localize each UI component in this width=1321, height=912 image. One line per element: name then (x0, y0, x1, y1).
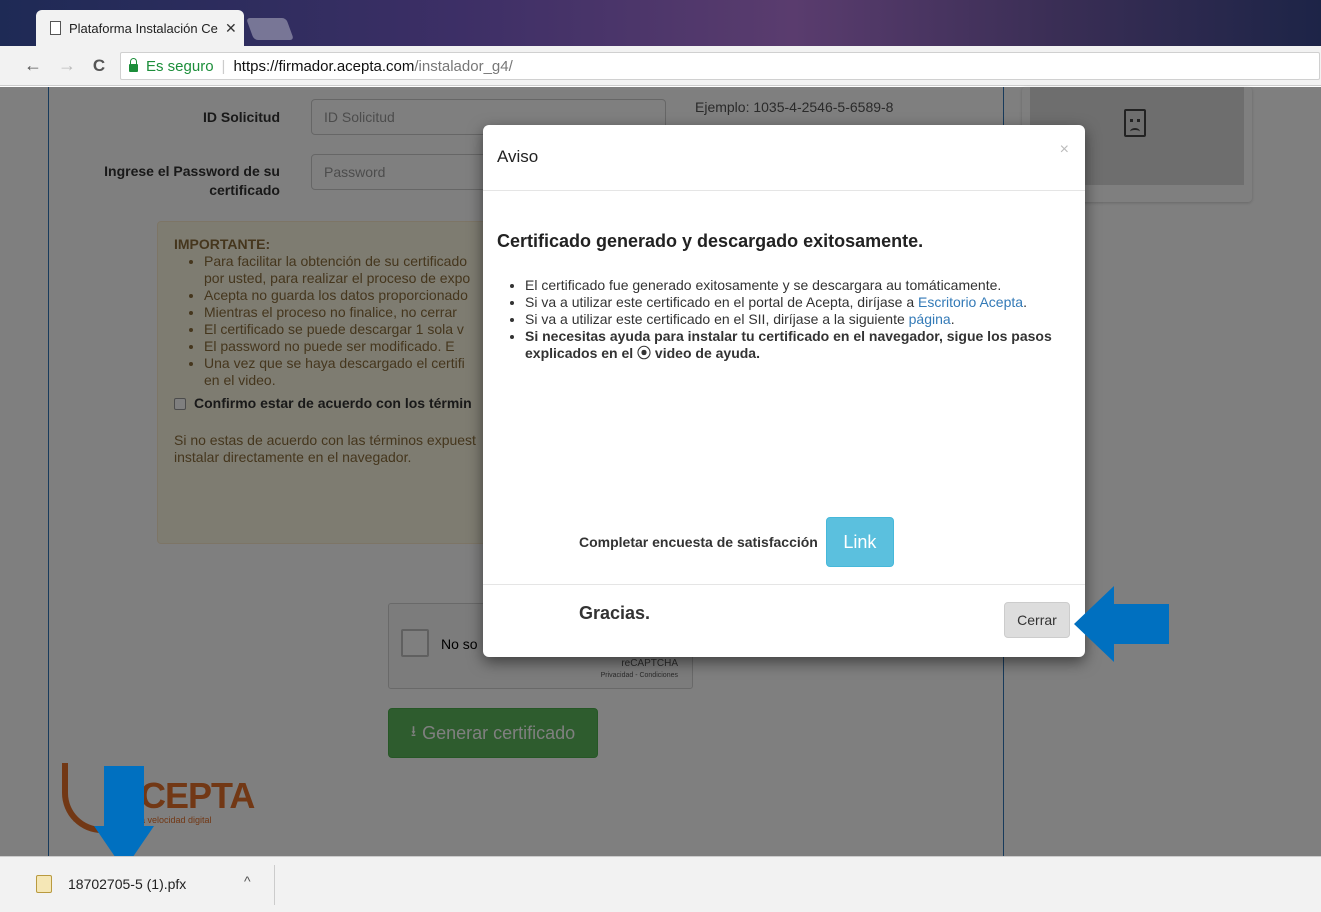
url-path: /instalador_g4/ (414, 57, 513, 75)
survey-label: Completar encuesta de satisfacción (579, 534, 818, 550)
survey-link-button[interactable]: Link (825, 517, 894, 567)
modal-header: Aviso × (483, 125, 1085, 191)
browser-titlebar: Plataforma Instalación Ce ✕ (0, 0, 1321, 46)
download-separator (274, 865, 275, 905)
chevron-up-icon[interactable]: ^ (244, 873, 251, 889)
browser-toolbar: ← → C Es seguro | https://firmador.acept… (0, 46, 1321, 86)
modal-title: Aviso (497, 147, 539, 166)
arrow-down-icon (94, 766, 154, 870)
survey-row: Completar encuesta de satisfacción Link (579, 517, 894, 567)
modal-item: Si va a utilizar este certificado en el … (525, 294, 1071, 311)
escritorio-acepta-link[interactable]: Escritorio Acepta (918, 294, 1023, 310)
address-separator: | (221, 57, 226, 75)
modal-item-text: Si va a utilizar este certificado en el … (525, 294, 918, 310)
modal-item-help[interactable]: Si necesitas ayuda para instalar tu cert… (525, 328, 1071, 362)
address-bar[interactable]: Es seguro | https://firmador.acepta.com … (120, 52, 1320, 80)
download-filename: 18702705-5 (1).pfx (68, 876, 187, 892)
modal-item-text: . (950, 311, 955, 327)
tab-close-icon[interactable]: ✕ (225, 20, 237, 37)
modal-close-icon[interactable]: × (1060, 141, 1069, 159)
reload-icon[interactable]: C (86, 56, 112, 76)
certificate-file-icon (36, 875, 52, 893)
new-tab-button[interactable] (245, 18, 295, 40)
arrow-down-shape (94, 766, 154, 870)
browser-tab[interactable]: Plataforma Instalación Ce ✕ (36, 10, 244, 46)
download-bar: 18702705-5 (1).pfx ^ (0, 856, 1321, 912)
tab-title: Plataforma Instalación Ce (69, 20, 218, 36)
modal-footer: Cerrar (483, 585, 1085, 657)
modal-item: El certificado fue generado exitosamente… (525, 277, 1071, 294)
url-host: https://firmador.acepta.com (233, 57, 415, 75)
pagina-link[interactable]: página (909, 311, 951, 327)
aviso-modal: Aviso × Certificado generado y descargad… (483, 125, 1085, 657)
secure-label: Es seguro (146, 57, 214, 75)
modal-heading: Certificado generado y descargado exitos… (497, 231, 924, 251)
modal-item: Si va a utilizar este certificado en el … (525, 311, 1071, 328)
modal-item-text: Si va a utilizar este certificado en el … (525, 311, 909, 327)
back-icon[interactable]: ← (20, 55, 46, 76)
modal-list: El certificado fue generado exitosamente… (525, 277, 1071, 362)
modal-item-text: . (1023, 294, 1027, 310)
modal-body: Certificado generado y descargado exitos… (483, 191, 1085, 623)
forward-icon[interactable]: → (54, 55, 80, 76)
document-icon (50, 21, 61, 35)
arrow-left-shape (1074, 586, 1169, 662)
lock-icon (129, 58, 138, 72)
download-item[interactable]: 18702705-5 (1).pfx (36, 875, 186, 893)
arrow-left-icon (1074, 586, 1169, 662)
cerrar-button[interactable]: Cerrar (1004, 602, 1070, 638)
